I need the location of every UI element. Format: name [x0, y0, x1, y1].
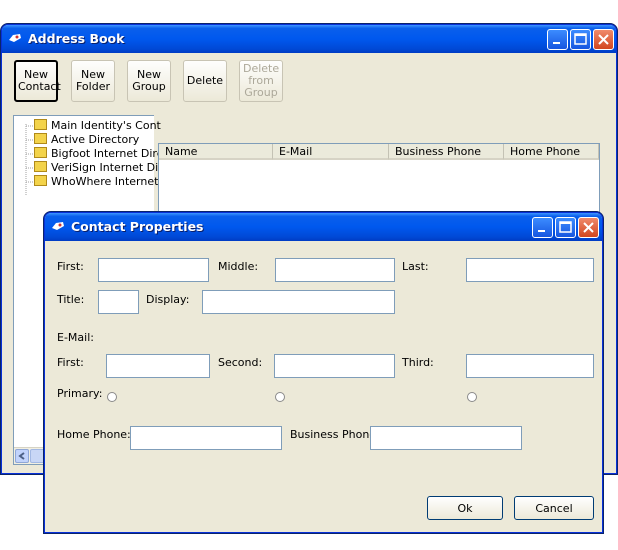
chevron-left-icon — [18, 452, 25, 460]
column-header-email[interactable]: E-Mail — [273, 144, 389, 160]
contact-properties-window: Contact Properties First: Middle: Last: … — [44, 212, 603, 533]
home-phone-input[interactable] — [130, 426, 282, 450]
column-header-home-phone[interactable]: Home Phone — [504, 144, 599, 160]
contact-properties-body: First: Middle: Last: Title: Display: E-M… — [48, 241, 599, 529]
contact-properties-icon — [52, 222, 64, 230]
scroll-left-button[interactable] — [15, 449, 29, 463]
primary-radio-second[interactable] — [275, 392, 285, 402]
last-name-input[interactable] — [466, 258, 594, 282]
display-input[interactable] — [202, 290, 395, 314]
dialog-close-button[interactable] — [578, 217, 599, 238]
middle-name-label: Middle: — [218, 260, 259, 273]
contact-properties-titlebar[interactable]: Contact Properties — [45, 213, 602, 241]
column-header-business-phone[interactable]: Business Phone — [389, 144, 504, 160]
last-name-label: Last: — [402, 260, 429, 273]
business-phone-label: Business Phone: — [290, 428, 380, 441]
email-label: E-Mail: — [57, 331, 94, 344]
dialog-maximize-button[interactable] — [555, 217, 576, 238]
email-second-input[interactable] — [274, 354, 395, 378]
primary-label: Primary: — [57, 387, 103, 400]
folder-icon — [34, 133, 47, 144]
new-group-button[interactable]: New Group — [127, 60, 171, 102]
tree-item[interactable]: Main Identity's Cont — [34, 119, 161, 133]
tree-item[interactable]: VeriSign Internet Dir — [34, 161, 163, 175]
first-name-input[interactable] — [98, 258, 209, 282]
email-first-label: First: — [57, 356, 84, 369]
minimize-button[interactable] — [547, 29, 568, 50]
maximize-icon — [574, 33, 587, 45]
maximize-icon — [559, 221, 572, 233]
column-header-name[interactable]: Name — [159, 144, 273, 160]
display-label: Display: — [146, 293, 190, 306]
close-icon — [598, 34, 609, 45]
folder-icon — [34, 175, 47, 186]
business-phone-input[interactable] — [370, 426, 522, 450]
title-label: Title: — [57, 293, 85, 306]
ok-button[interactable]: Ok — [427, 496, 503, 520]
folder-icon — [34, 119, 47, 130]
maximize-button[interactable] — [570, 29, 591, 50]
new-folder-button[interactable]: New Folder — [71, 60, 115, 102]
middle-name-input[interactable] — [275, 258, 395, 282]
close-icon — [583, 222, 594, 233]
new-contact-button[interactable]: New Contact — [14, 60, 61, 102]
close-button[interactable] — [593, 29, 614, 50]
tree-item[interactable]: Active Directory — [34, 133, 139, 147]
tree-lines — [25, 124, 34, 196]
email-third-label: Third: — [402, 356, 434, 369]
delete-from-group-button: Delete from Group — [239, 60, 283, 102]
email-second-label: Second: — [218, 356, 263, 369]
email-third-input[interactable] — [466, 354, 594, 378]
tree-item[interactable]: WhoWhere Internet — [34, 175, 158, 189]
title-input[interactable] — [98, 290, 139, 314]
cancel-button[interactable]: Cancel — [514, 496, 594, 520]
primary-radio-first[interactable] — [107, 392, 117, 402]
address-book-icon — [9, 34, 21, 42]
minimize-icon — [538, 230, 545, 232]
primary-radio-third[interactable] — [467, 392, 477, 402]
first-name-label: First: — [57, 260, 84, 273]
window-title: Address Book — [28, 31, 125, 46]
folder-icon — [34, 147, 47, 158]
address-book-titlebar[interactable]: Address Book — [2, 25, 616, 53]
folder-icon — [34, 161, 47, 172]
home-phone-label: Home Phone: — [57, 428, 131, 441]
dialog-title: Contact Properties — [71, 219, 204, 234]
delete-button[interactable]: Delete — [183, 60, 227, 102]
email-first-input[interactable] — [106, 354, 210, 378]
dialog-minimize-button[interactable] — [532, 217, 553, 238]
minimize-icon — [553, 42, 560, 44]
tree-item[interactable]: Bigfoot Internet Dire — [34, 147, 163, 161]
